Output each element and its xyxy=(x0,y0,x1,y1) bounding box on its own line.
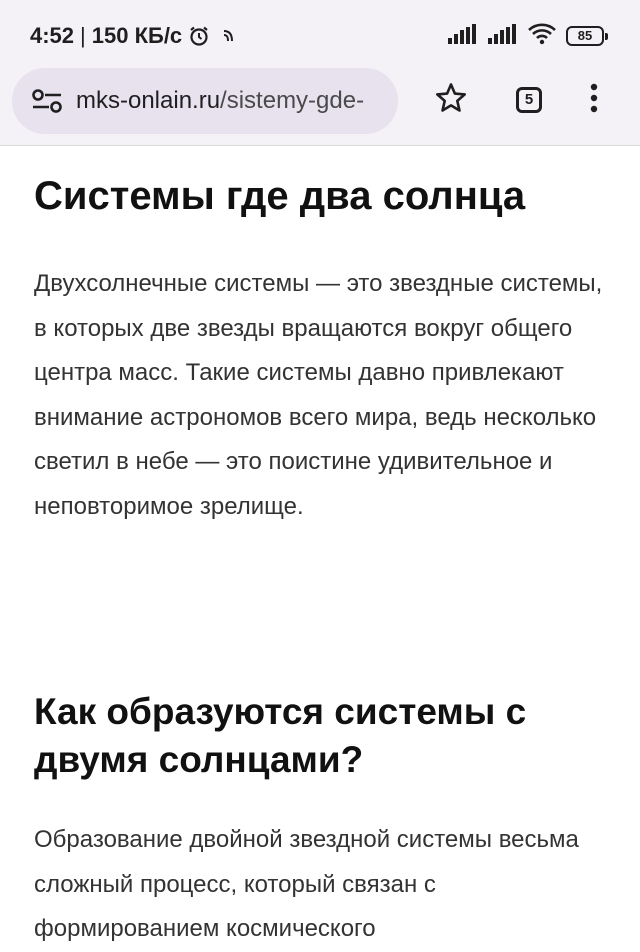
url-text[interactable]: mks-onlain.ru/sistemy-gde- xyxy=(76,87,364,115)
status-left: 4:52 | 150 КБ/с xyxy=(30,22,238,50)
address-bar[interactable]: mks-onlain.ru/sistemy-gde- xyxy=(12,68,398,134)
url-path: /sistemy-gde- xyxy=(220,87,365,114)
site-settings-icon[interactable] xyxy=(30,84,64,118)
bookmark-button[interactable] xyxy=(431,80,471,120)
signal-icon xyxy=(448,23,478,49)
section-heading: Как образуются системы с двумя солнцами? xyxy=(34,691,527,780)
nfc-icon xyxy=(220,27,238,45)
status-time: 4:52 xyxy=(30,23,75,48)
tab-switcher-button[interactable]: 5 xyxy=(509,80,549,120)
article-title: Системы где два солнца xyxy=(34,174,526,218)
status-separator: | xyxy=(80,23,86,48)
intro-paragraph: Двухсолнечные системы — это звездные сис… xyxy=(34,270,603,520)
network-speed: 150 КБ/с xyxy=(91,23,183,48)
url-domain: mks-onlain.ru xyxy=(76,87,221,114)
battery-icon: 85 xyxy=(566,26,608,46)
section-paragraph: Образование двойной звездной системы вес… xyxy=(34,826,579,943)
browser-toolbar: mks-onlain.ru/sistemy-gde- 5 xyxy=(0,64,640,146)
signal-icon xyxy=(488,23,518,49)
wifi-icon xyxy=(528,23,556,50)
more-vert-icon xyxy=(589,83,599,118)
alarm-icon xyxy=(188,25,210,47)
status-right: 85 xyxy=(448,22,608,50)
tabs-icon: 5 xyxy=(516,87,542,113)
status-bar: 4:52 | 150 КБ/с 85 xyxy=(0,0,640,64)
star-icon xyxy=(435,82,467,119)
browser-menu-button[interactable] xyxy=(574,80,614,120)
